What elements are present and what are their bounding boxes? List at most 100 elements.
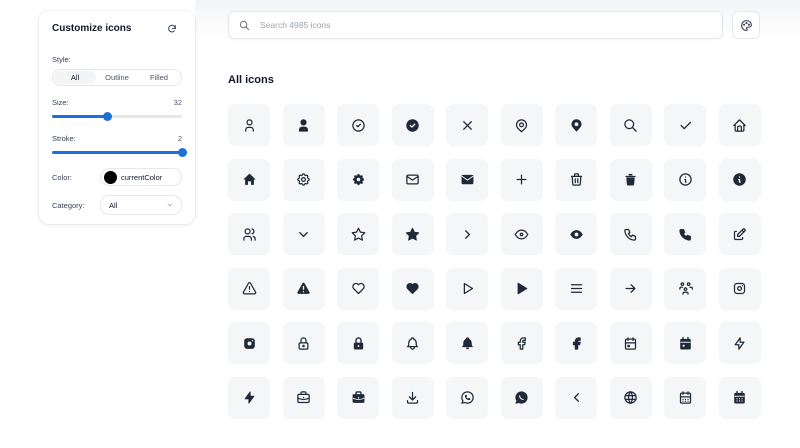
- chevron-left-icon: [573, 393, 579, 402]
- icon-tile-heart[interactable]: heart: [337, 267, 379, 310]
- icon-tile-trash[interactable]: trash: [555, 158, 597, 201]
- icon-tile-info-circle[interactable]: info-circle: [664, 158, 706, 201]
- info-circle-filled-icon: [733, 173, 746, 186]
- category-select[interactable]: All: [100, 195, 182, 215]
- calendar-event-filled-icon: [679, 336, 691, 349]
- icon-tile-check[interactable]: check: [664, 104, 706, 146]
- palette-icon: [740, 19, 752, 31]
- icon-tile-mail-filled[interactable]: mail-filled: [446, 158, 488, 201]
- icon-tile-user[interactable]: user: [228, 104, 270, 146]
- icon-tile-player-play[interactable]: player-play: [446, 267, 488, 310]
- size-slider[interactable]: [52, 112, 182, 121]
- map-pin-filled-icon: [570, 118, 582, 132]
- alert-triangle-filled-icon: [297, 282, 310, 294]
- icon-tile-alert-triangle[interactable]: alert-triangle: [228, 267, 270, 310]
- color-picker[interactable]: currentColor: [100, 168, 182, 186]
- icon-tile-phone[interactable]: phone: [609, 213, 652, 255]
- size-slider-thumb[interactable]: [103, 112, 113, 121]
- icon-tile-lock-filled[interactable]: lock-filled: [337, 322, 379, 364]
- reset-button[interactable]: [166, 23, 178, 35]
- icon-tile-phone-filled[interactable]: phone-filled: [664, 213, 706, 255]
- icon-tile-circle-check-filled[interactable]: circle-check-filled: [391, 104, 434, 146]
- eye-icon: [514, 229, 529, 239]
- bell-icon: [406, 336, 419, 350]
- player-play-icon: [463, 282, 473, 295]
- icon-tile-chevron-right[interactable]: chevron-right: [446, 213, 488, 255]
- icon-grid: user user-filled circle-check circle-check-…: [228, 104, 761, 419]
- stroke-label: Stroke:: [52, 134, 76, 143]
- theme-palette-button[interactable]: [732, 11, 760, 39]
- icon-tile-world[interactable]: world: [609, 376, 652, 419]
- icon-tile-map-pin[interactable]: map-pin: [500, 104, 543, 146]
- icon-tile-heart-filled[interactable]: heart-filled: [391, 267, 434, 310]
- icon-tile-chevron-down[interactable]: chevron-down: [282, 213, 325, 255]
- icon-tile-circle-check[interactable]: circle-check: [337, 104, 379, 146]
- icon-tile-plus[interactable]: plus: [500, 158, 543, 201]
- brand-facebook-filled-icon: [572, 336, 581, 350]
- style-option-all[interactable]: All: [54, 71, 96, 84]
- icon-tile-brand-instagram-filled[interactable]: brand-instagram-filled: [228, 322, 270, 364]
- icon-tile-brand-instagram[interactable]: brand-instagram: [718, 267, 761, 310]
- circle-check-filled-icon: [406, 118, 419, 132]
- icon-tile-edit[interactable]: edit: [718, 213, 761, 255]
- stroke-slider-thumb[interactable]: [177, 148, 187, 157]
- icon-tile-player-play-filled[interactable]: player-play-filled: [500, 267, 543, 310]
- chevron-right-icon: [464, 229, 470, 239]
- icon-tile-x[interactable]: x: [446, 104, 488, 146]
- icon-tile-chevron-left[interactable]: chevron-left: [555, 376, 597, 419]
- icon-tile-eye[interactable]: eye: [500, 213, 543, 255]
- icon-tile-home-filled[interactable]: home-filled: [228, 158, 270, 201]
- arrow-right-icon: [625, 284, 636, 293]
- search-bar: [228, 11, 723, 39]
- refresh-icon: [168, 24, 176, 33]
- color-swatch[interactable]: [104, 170, 117, 184]
- icon-tile-settings[interactable]: settings: [282, 158, 325, 201]
- stroke-slider[interactable]: [52, 148, 187, 157]
- icon-tile-star-filled[interactable]: star-filled: [391, 213, 434, 255]
- home-icon: [733, 118, 746, 132]
- icon-tile-users-group[interactable]: users-group: [664, 267, 706, 310]
- icon-tile-arrow-right[interactable]: arrow-right: [609, 267, 652, 310]
- icon-tile-calendar[interactable]: calendar: [664, 376, 706, 419]
- icon-tile-brand-whatsapp-filled[interactable]: brand-whatsapp-filled: [500, 376, 543, 419]
- icon-tile-bell-filled[interactable]: bell-filled: [446, 322, 488, 364]
- icon-tile-trash-filled[interactable]: trash-filled: [609, 158, 652, 201]
- icon-tile-download[interactable]: download: [391, 376, 434, 419]
- icon-tile-brand-facebook-filled[interactable]: brand-facebook-filled: [555, 322, 597, 364]
- icon-tile-users[interactable]: users: [228, 213, 270, 255]
- icon-tile-bell[interactable]: bell: [391, 322, 434, 364]
- icon-tile-bolt[interactable]: bolt: [718, 322, 761, 364]
- icon-tile-briefcase-filled[interactable]: briefcase-filled: [337, 376, 379, 419]
- briefcase-filled-icon: [352, 391, 364, 403]
- icon-tile-briefcase[interactable]: briefcase: [282, 376, 325, 419]
- icon-tile-bolt-filled[interactable]: bolt-filled: [228, 376, 270, 419]
- icon-tile-menu[interactable]: menu: [555, 267, 597, 310]
- icon-tile-calendar-filled[interactable]: calendar-filled: [718, 376, 761, 419]
- x-icon: [462, 120, 472, 130]
- icon-tile-home[interactable]: home: [718, 104, 761, 146]
- icon-tile-mail[interactable]: mail: [391, 158, 434, 201]
- heart-filled-icon: [406, 283, 419, 294]
- icon-tile-alert-triangle-filled[interactable]: alert-triangle-filled: [282, 267, 325, 310]
- category-label: Category:: [52, 201, 85, 210]
- style-option-filled[interactable]: Filled: [138, 71, 180, 84]
- icon-tile-settings-filled[interactable]: settings-filled: [337, 158, 379, 201]
- style-option-outline[interactable]: Outline: [96, 71, 138, 84]
- icon-tile-user-filled[interactable]: user-filled: [282, 104, 325, 146]
- icon-tile-calendar-event-filled[interactable]: calendar-event-filled: [664, 322, 706, 364]
- search-input[interactable]: [260, 20, 690, 30]
- chevron-down-icon: [299, 231, 308, 237]
- icon-tile-brand-whatsapp[interactable]: brand-whatsapp: [446, 376, 488, 419]
- icon-tile-eye-filled[interactable]: eye-filled: [555, 213, 597, 255]
- brand-whatsapp-filled-icon: [515, 391, 528, 404]
- phone-filled-icon: [678, 228, 691, 241]
- icon-tile-search[interactable]: search: [609, 104, 652, 146]
- brand-instagram-icon: [733, 282, 746, 295]
- icon-tile-info-circle-filled[interactable]: info-circle-filled: [718, 158, 761, 201]
- icon-tile-lock[interactable]: lock: [282, 322, 325, 364]
- icon-tile-calendar-event[interactable]: calendar-event: [609, 322, 652, 364]
- customize-panel: Customize icons Style: All Outline Fille…: [39, 11, 195, 224]
- icon-tile-brand-facebook[interactable]: brand-facebook: [500, 322, 543, 364]
- icon-tile-star[interactable]: star: [337, 213, 379, 255]
- icon-tile-map-pin-filled[interactable]: map-pin-filled: [555, 104, 597, 146]
